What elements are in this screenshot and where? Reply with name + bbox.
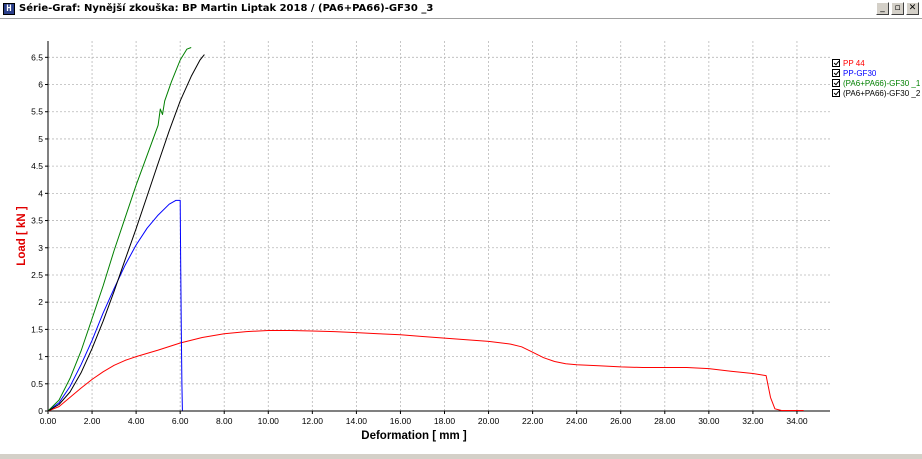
x-tick-label: 32.00 (742, 416, 764, 426)
x-tick-label: 2.00 (84, 416, 101, 426)
x-tick-label: 34.00 (786, 416, 808, 426)
legend-label: PP 44 (843, 58, 865, 68)
y-tick-label: 4.5 (31, 161, 43, 171)
legend-item-4[interactable]: (PA6+PA66)-GF30 _2 (832, 88, 920, 98)
x-tick-label: 16.00 (390, 416, 412, 426)
minimize-button[interactable]: _ (876, 2, 889, 15)
x-tick-label: 30.00 (698, 416, 720, 426)
window-title: Série-Graf: Nynější zkouška: BP Martin L… (19, 3, 434, 14)
x-tick-label: 22.00 (522, 416, 544, 426)
legend-checkbox[interactable] (832, 89, 840, 97)
y-tick-label: 3 (38, 243, 43, 253)
legend-item-3[interactable]: (PA6+PA66)-GF30 _1 (832, 78, 920, 88)
x-tick-label: 24.00 (566, 416, 588, 426)
x-tick-label: 12.00 (302, 416, 324, 426)
legend-item-2[interactable]: PP-GF30 (832, 68, 920, 78)
y-tick-label: 6 (38, 80, 43, 90)
legend-label: (PA6+PA66)-GF30 _2 (843, 88, 921, 98)
x-axis-title: Deformation [ mm ] (361, 430, 467, 442)
restore-button[interactable]: ▫ (891, 2, 904, 15)
legend-label: (PA6+PA66)-GF30 _1 (843, 78, 921, 88)
legend-checkbox[interactable] (832, 79, 840, 87)
x-tick-label: 28.00 (654, 416, 676, 426)
y-tick-label: 5.5 (31, 107, 43, 117)
y-tick-label: 0.5 (31, 379, 43, 389)
y-axis-title: Load [ kN ] (16, 206, 28, 266)
x-tick-label: 6.00 (172, 416, 189, 426)
legend-checkbox[interactable] (832, 59, 840, 67)
x-tick-label: 20.00 (478, 416, 500, 426)
legend-label: PP-GF30 (843, 68, 877, 78)
x-tick-label: 14.00 (346, 416, 368, 426)
y-tick-label: 1 (38, 352, 43, 362)
load-deformation-chart: 0.00 2.00 4.00 6.00 8.00 10.00 12.00 14.00 16.00… (16, 41, 830, 442)
x-tick-label: 8.00 (216, 416, 233, 426)
legend-checkbox[interactable] (832, 69, 840, 77)
close-button[interactable]: ✕ (906, 2, 919, 15)
x-tick-label: 0.00 (40, 416, 57, 426)
x-tick-label: 26.00 (610, 416, 632, 426)
y-tick-label: 3.5 (31, 216, 43, 226)
y-tick-label: 1.5 (31, 324, 43, 334)
y-tick-label: 0 (38, 406, 43, 416)
y-tick-label: 4 (38, 188, 43, 198)
x-tick-label: 10.00 (258, 416, 280, 426)
y-tick-label: 2 (38, 297, 43, 307)
y-tick-label: 6.5 (31, 52, 43, 62)
y-tick-label: 5 (38, 134, 43, 144)
plot-area: 0.00 2.00 4.00 6.00 8.00 10.00 12.00 14.00 16.00… (0, 19, 922, 454)
legend: PP 44 PP-GF30 (PA6+PA66)-GF30 _1 (PA6+PA66)… (832, 58, 920, 98)
app-logo-icon[interactable]: H (3, 3, 15, 15)
x-tick-label: 4.00 (128, 416, 145, 426)
y-tick-label: 2.5 (31, 270, 43, 280)
plot-background (48, 41, 830, 411)
title-bar: H Série-Graf: Nynější zkouška: BP Martin… (0, 0, 922, 19)
x-tick-label: 18.00 (434, 416, 456, 426)
legend-item-1[interactable]: PP 44 (832, 58, 920, 68)
